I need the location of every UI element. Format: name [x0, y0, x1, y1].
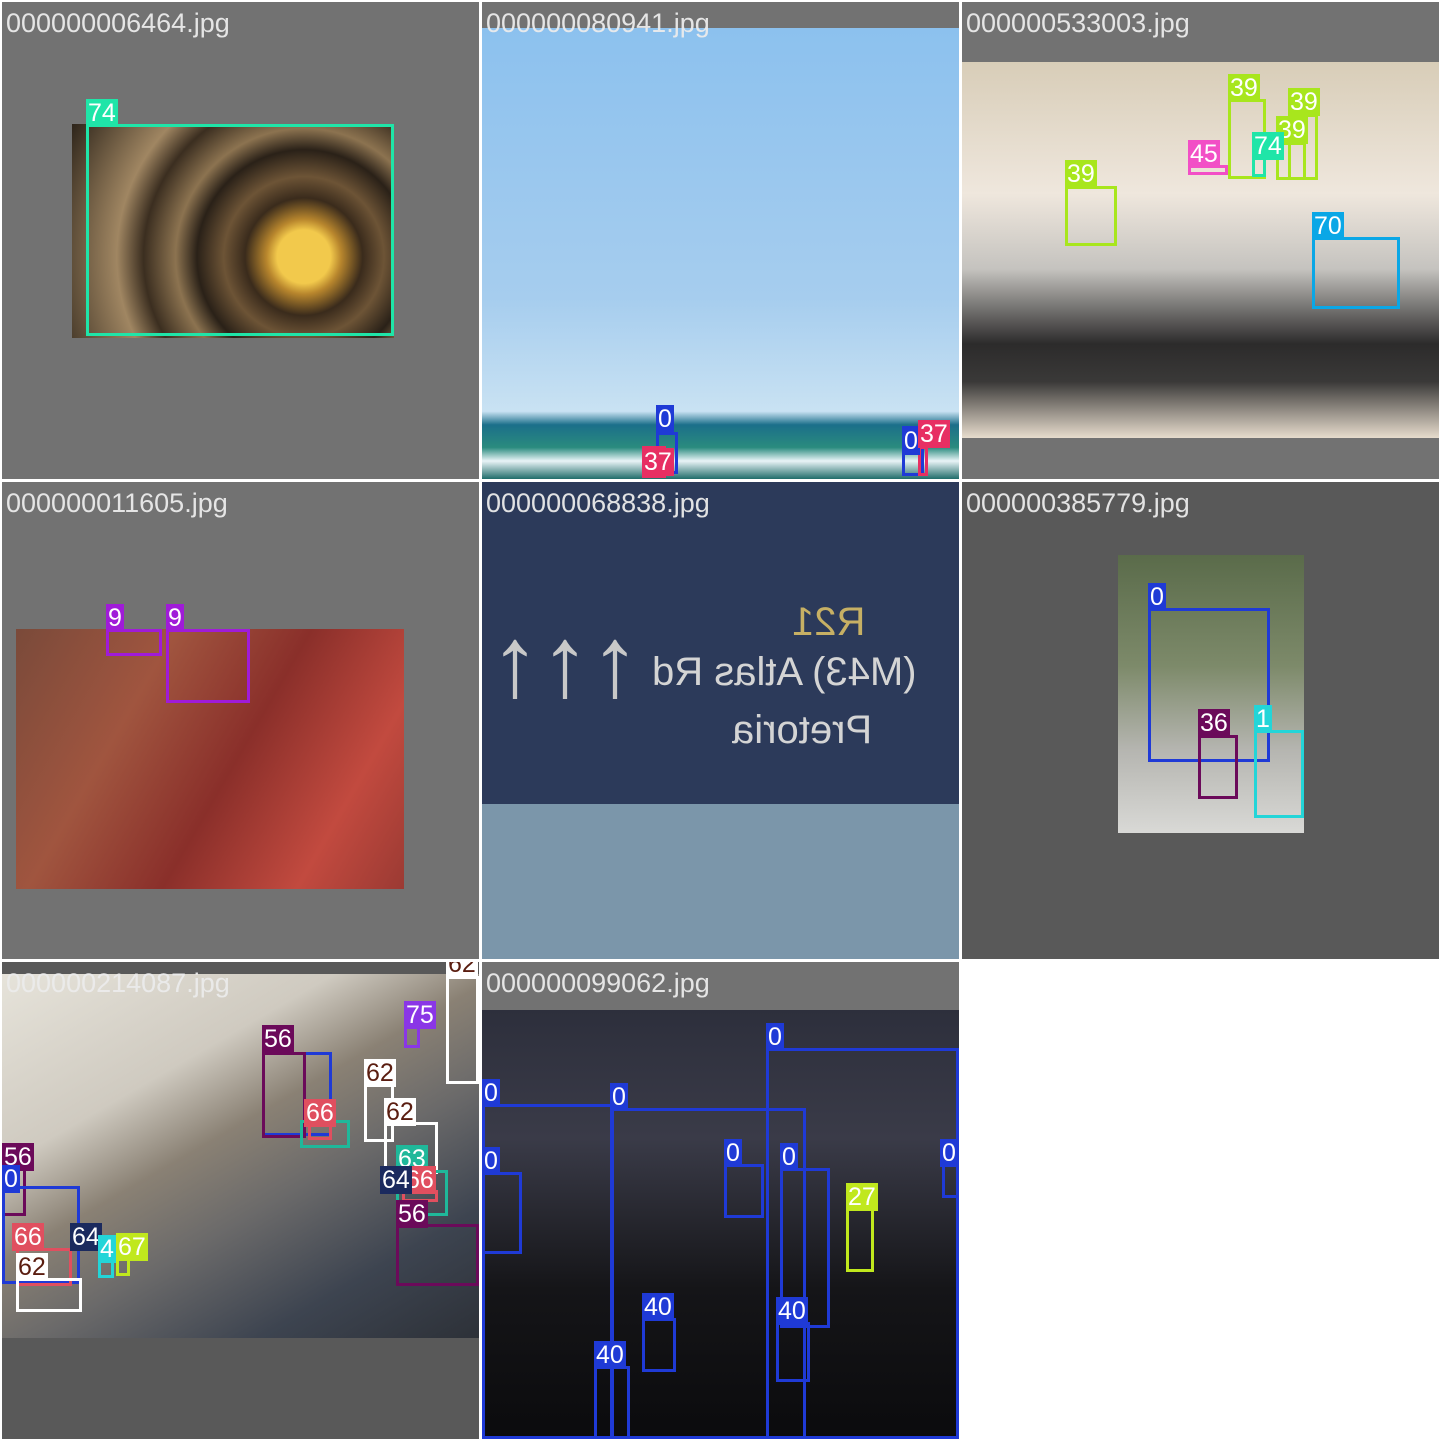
filename-label: 000000214087.jpg — [6, 968, 230, 998]
detection-box — [16, 1278, 82, 1312]
detection-box — [1254, 730, 1304, 818]
mosaic-cell-6: 000000385779.jpg 0 36 1 — [962, 482, 1439, 959]
class-tag: 9 — [166, 604, 184, 632]
detection-box — [1252, 157, 1266, 177]
class-tag: 39 — [1065, 160, 1097, 188]
class-tag: 62 — [446, 962, 478, 978]
detection-box — [166, 629, 250, 703]
class-tag: 4 — [98, 1235, 116, 1263]
class-tag: 0 — [610, 1083, 628, 1111]
filename-label: 000000006464.jpg — [6, 8, 230, 38]
detection-box — [846, 1208, 874, 1272]
detection-box — [1312, 237, 1400, 309]
class-tag: 56 — [396, 1200, 428, 1228]
class-tag: 0 — [482, 1079, 500, 1107]
class-tag: 36 — [1198, 709, 1230, 737]
class-tag: 40 — [594, 1341, 626, 1369]
filename-label: 000000011605.jpg — [6, 488, 228, 518]
detection-box — [776, 1322, 810, 1382]
mosaic-cell-2: 000000080941.jpg 0 0 37 37 — [482, 2, 959, 479]
detection-box — [594, 1366, 630, 1439]
class-tag: 0 — [482, 1147, 500, 1175]
class-tag: 66 — [304, 1099, 336, 1127]
class-tag: 1 — [1254, 705, 1272, 733]
detection-box — [396, 1224, 479, 1286]
mosaic-cell-5: 000000068838.jpg R21 (M43) Atlas Rd Pret… — [482, 482, 959, 959]
class-tag: 40 — [776, 1297, 808, 1325]
filename-label: 000000533003.jpg — [966, 8, 1190, 38]
class-tag: 0 — [1148, 583, 1166, 611]
detection-box — [642, 1318, 676, 1372]
mosaic-cell-7: 000000214087.jpg 62 75 56 62 66 62 63 66… — [2, 962, 479, 1439]
class-tag: 0 — [940, 1139, 958, 1167]
class-tag: 62 — [384, 1098, 416, 1126]
mosaic-cell-3: 000000533003.jpg 39 39 39 39 45 74 70 — [962, 2, 1439, 479]
class-tag: 64 — [380, 1166, 412, 1194]
filename-label: 000000080941.jpg — [486, 8, 710, 38]
detection-box — [86, 124, 394, 336]
mosaic-cell-empty — [962, 962, 1439, 1439]
class-tag: 74 — [86, 99, 118, 127]
detection-box — [404, 1026, 420, 1048]
class-tag: 0 — [766, 1023, 784, 1051]
class-tag: 62 — [16, 1253, 48, 1281]
detection-box — [724, 1164, 764, 1218]
class-tag: 9 — [106, 604, 124, 632]
class-tag: 66 — [12, 1223, 44, 1251]
class-tag: 39 — [1288, 88, 1320, 116]
sign-text-road: (M43) Atlas Rd — [652, 650, 917, 694]
mosaic-cell-4: 000000011605.jpg 9 9 — [2, 482, 479, 959]
class-tag: 70 — [1312, 212, 1344, 240]
class-tag: 39 — [1228, 74, 1260, 102]
detection-box — [482, 1172, 522, 1254]
class-tag: 75 — [404, 1001, 436, 1029]
class-tag: 40 — [642, 1293, 674, 1321]
mosaic-cell-1: 000000006464.jpg 74 — [2, 2, 479, 479]
class-tag: 37 — [642, 448, 674, 476]
sign-text-route: R21 — [792, 600, 866, 644]
detection-box — [106, 629, 162, 656]
detection-box — [446, 976, 479, 1084]
detection-box — [1198, 735, 1238, 799]
class-tag: 0 — [780, 1143, 798, 1171]
class-tag: 37 — [918, 420, 950, 448]
class-tag: 45 — [1188, 140, 1220, 168]
class-tag: 67 — [116, 1233, 148, 1261]
class-tag: 62 — [364, 1059, 396, 1087]
class-tag: 0 — [2, 1165, 20, 1193]
detection-box — [1065, 186, 1117, 246]
class-tag: 0 — [656, 405, 674, 433]
class-tag: 74 — [1252, 132, 1284, 160]
filename-label: 000000099062.jpg — [486, 968, 710, 998]
mosaic-cell-8: 000000099062.jpg 0 0 0 0 0 0 0 27 40 40 … — [482, 962, 959, 1439]
sign-arrows: ↑↑↑ — [490, 606, 640, 718]
class-tag: 27 — [846, 1183, 878, 1211]
sign-text-city: Pretoria — [732, 708, 873, 752]
class-tag: 56 — [262, 1025, 294, 1053]
filename-label: 000000068838.jpg — [486, 488, 710, 518]
class-tag: 0 — [724, 1139, 742, 1167]
photo-ocean — [482, 28, 959, 479]
filename-label: 000000385779.jpg — [966, 488, 1190, 518]
